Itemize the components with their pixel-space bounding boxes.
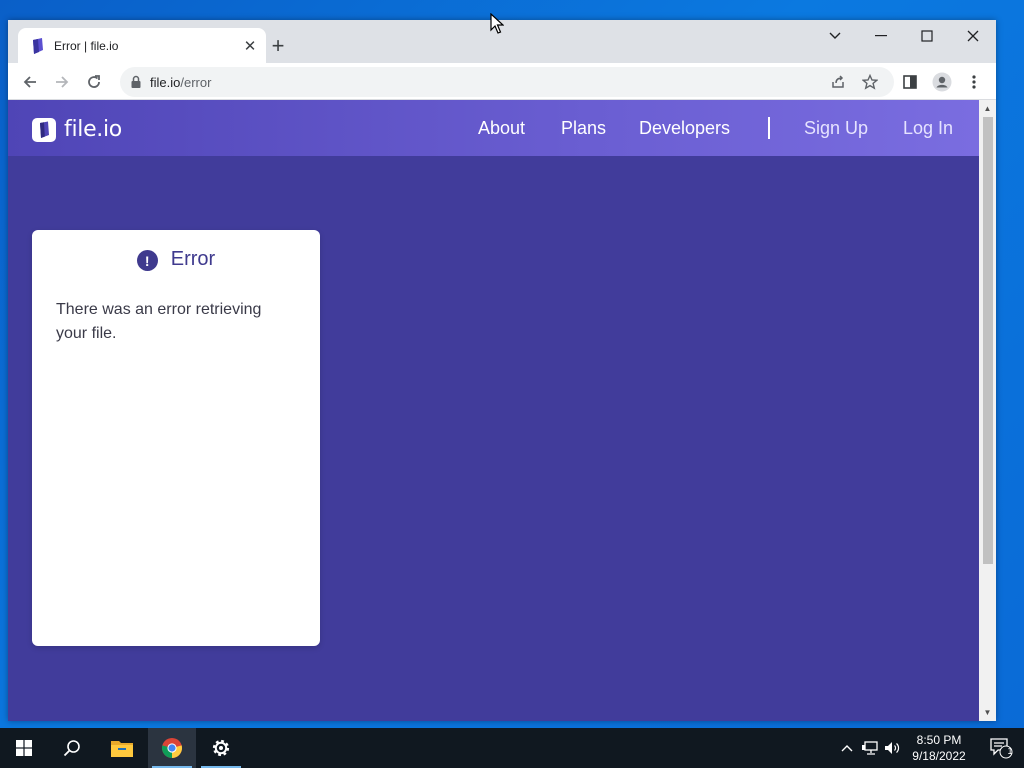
nav-log-in-link[interactable]: Log In [903,118,953,139]
logo-text: file.io [64,117,122,142]
browser-window: Error | file.io ✕ + file.io/error file.i… [8,20,996,721]
scroll-thumb[interactable] [983,117,993,564]
mouse-cursor-icon [490,13,504,34]
side-panel-icon[interactable] [896,68,924,96]
chevron-up-icon[interactable] [838,740,856,756]
notification-count: 1 [1007,746,1013,756]
system-clock[interactable]: 8:50 PM 9/18/2022 [906,732,972,764]
chrome-icon [161,738,183,758]
settings-taskbar-button[interactable] [197,728,245,768]
bookmark-star-icon[interactable] [857,69,883,95]
tab-title: Error | file.io [54,38,119,53]
error-icon: ! [136,250,158,271]
error-title: Error [170,248,216,270]
file-explorer-button[interactable] [98,728,146,768]
network-icon[interactable] [862,740,880,756]
share-icon[interactable] [825,69,851,95]
error-message: There was an error retrieving your file. [56,301,262,342]
browser-tab[interactable]: Error | file.io ✕ [18,28,266,63]
back-icon[interactable] [16,68,44,96]
browser-toolbar: file.io/error [8,63,996,100]
new-tab-button[interactable]: + [266,33,290,58]
scroll-up-arrow-icon[interactable]: ▲ [979,100,996,117]
nav-developers-link[interactable]: Developers [639,118,730,139]
url-text[interactable]: file.io/error [150,75,211,90]
file-explorer-icon [111,741,133,757]
chrome-taskbar-button[interactable] [148,728,196,768]
scroll-down-arrow-icon[interactable]: ▼ [979,704,996,721]
start-button[interactable] [0,728,48,768]
nav-plans-link[interactable]: Plans [561,118,606,139]
page-viewport: file.io About Plans Developers Sign Up L… [8,100,979,721]
url-host: file.io [150,75,181,90]
minimize-button[interactable] [858,24,904,48]
address-bar[interactable]: file.io/error [120,67,894,97]
settings-icon [212,739,230,757]
forward-icon[interactable] [48,68,76,96]
profile-avatar-icon[interactable] [928,68,956,96]
nav-divider [768,117,770,139]
lock-icon[interactable] [130,75,142,89]
clock-date: 9/18/2022 [912,749,966,763]
file-io-logo-icon [32,117,56,142]
page-scrollbar[interactable]: ▲ ▼ [979,100,996,721]
tab-close-icon[interactable]: ✕ [240,36,260,56]
site-logo[interactable]: file.io [32,117,122,142]
taskbar: 8:50 PM 9/18/2022 1 [0,728,1024,768]
url-path: /error [180,75,212,90]
close-window-button[interactable] [950,24,996,48]
nav-about-link[interactable]: About [478,118,525,139]
maximize-button[interactable] [904,24,950,48]
site-header: file.io About Plans Developers Sign Up L… [8,100,979,156]
search-button[interactable] [48,728,96,768]
error-card-header: ! Error [32,248,320,271]
file-io-favicon [33,37,43,54]
volume-icon[interactable] [884,740,902,756]
nav-sign-up-link[interactable]: Sign Up [804,118,868,139]
search-icon [63,740,80,757]
start-icon [16,740,32,756]
reload-icon[interactable] [80,68,108,96]
clock-time: 8:50 PM [916,733,962,747]
tab-search-icon[interactable] [812,24,858,48]
error-card: ! Error There was an error retrieving yo… [32,230,320,646]
notification-center-button[interactable]: 1 [978,728,1024,768]
browser-menu-icon[interactable] [960,68,988,96]
